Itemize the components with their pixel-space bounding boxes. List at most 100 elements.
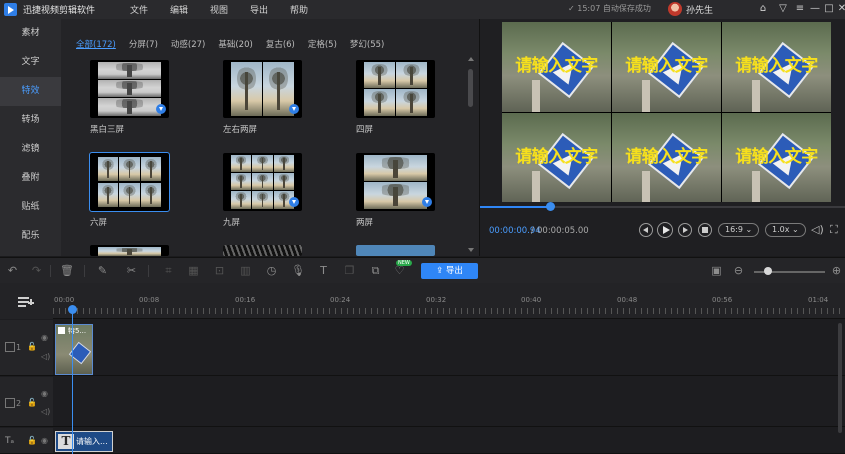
scissors-icon[interactable]: ✂: [125, 264, 138, 277]
prev-frame-button[interactable]: [639, 223, 653, 237]
speaker-icon[interactable]: ◁): [41, 352, 50, 361]
sidebar-item-effects[interactable]: 特效: [0, 77, 61, 106]
ruler-label: 00:08: [139, 296, 160, 304]
sidebar-item-music[interactable]: 配乐: [0, 222, 61, 251]
effect-thumbnail[interactable]: [89, 152, 170, 212]
ruler-label: 00:00: [54, 296, 75, 304]
time-separator: /: [531, 226, 534, 236]
close-icon[interactable]: ✕: [835, 2, 845, 16]
app-logo-icon: [4, 3, 17, 16]
track-number: 1: [16, 343, 22, 352]
eye-icon[interactable]: ◉: [41, 333, 48, 342]
playhead[interactable]: [72, 309, 73, 454]
speaker-icon[interactable]: ◁): [41, 407, 50, 416]
tab-retro[interactable]: 复古(6): [266, 38, 295, 50]
effect-thumbnail[interactable]: [356, 153, 435, 211]
effect-thumbnail[interactable]: [90, 245, 169, 256]
text-clip[interactable]: T 请输入...: [55, 431, 113, 452]
text-to-speech-icon[interactable]: T: [317, 264, 330, 277]
track-controls: 1 🔓 ◉ ◁): [0, 320, 53, 375]
redo-icon[interactable]: ↷: [30, 264, 43, 277]
download-icon[interactable]: [156, 104, 166, 114]
tshirt-icon[interactable]: ▽: [776, 2, 790, 16]
time-ruler[interactable]: 00:00 00:08 00:16 00:24 00:32 00:40 00:4…: [53, 283, 845, 319]
zoom-effect-icon[interactable]: ⊡: [213, 264, 226, 277]
zoom-slider-handle[interactable]: [764, 267, 773, 275]
sidebar-item-transitions[interactable]: 转场: [0, 106, 61, 135]
effect-thumbnail[interactable]: [223, 60, 302, 118]
lock-icon[interactable]: 🔓: [27, 398, 37, 407]
user-name[interactable]: 孙先生: [686, 3, 713, 16]
microphone-icon[interactable]: 🎙: [291, 264, 305, 277]
timeline-scrollbar[interactable]: [838, 323, 842, 433]
ruler-label: 00:40: [521, 296, 542, 304]
menu-file[interactable]: 文件: [119, 3, 159, 16]
eye-icon[interactable]: ◉: [41, 436, 48, 445]
edit-icon[interactable]: ✎: [96, 264, 109, 277]
menu-help[interactable]: 帮助: [279, 3, 319, 16]
add-track-icon[interactable]: [18, 297, 34, 307]
sidebar-item-stickers[interactable]: 贴纸: [0, 193, 61, 222]
video-clip[interactable]: 特5...: [55, 324, 93, 375]
speed-select[interactable]: 1.0x ⌄: [765, 223, 806, 237]
effect-thumbnail[interactable]: [90, 60, 169, 118]
tab-dreamy[interactable]: 梦幻(55): [350, 38, 384, 50]
maximize-icon[interactable]: □: [822, 2, 836, 16]
effect-thumbnail[interactable]: [356, 60, 435, 118]
play-icon: [663, 226, 670, 234]
zoom-out-icon[interactable]: ⊖: [732, 264, 745, 277]
tab-all[interactable]: 全部(172): [76, 38, 116, 50]
lock-icon[interactable]: 🔓: [27, 342, 37, 351]
download-icon[interactable]: [289, 197, 299, 207]
eye-icon[interactable]: ◉: [41, 389, 48, 398]
effect-thumbnail[interactable]: [223, 153, 302, 211]
fit-timeline-icon[interactable]: ▣: [710, 264, 723, 277]
sidebar-item-media[interactable]: 素材: [0, 19, 61, 48]
download-icon[interactable]: [289, 104, 299, 114]
title-bar: 迅捷视频剪辑软件 文件 编辑 视图 导出 帮助 ✓ 15:07 自动保存成功 孙…: [0, 0, 845, 19]
tab-split-screen[interactable]: 分屏(7): [129, 38, 158, 50]
menu-edit[interactable]: 编辑: [159, 3, 199, 16]
delete-icon[interactable]: 🗑: [60, 264, 74, 277]
volume-icon[interactable]: ◁): [811, 223, 824, 236]
tab-freeze[interactable]: 定格(5): [308, 38, 337, 50]
sidebar-item-text[interactable]: 文字: [0, 48, 61, 77]
minimize-icon[interactable]: —: [808, 2, 822, 16]
avatar[interactable]: [668, 2, 682, 16]
effects-scrollbar[interactable]: [468, 57, 474, 252]
zoom-in-icon[interactable]: ⊕: [830, 264, 843, 277]
menu-export[interactable]: 导出: [239, 3, 279, 16]
effect-thumbnail[interactable]: [356, 245, 435, 256]
playhead-handle[interactable]: [68, 305, 77, 314]
play-button[interactable]: [657, 222, 673, 238]
lock-icon[interactable]: 🔓: [27, 436, 37, 445]
video-preview[interactable]: 请输入文字 请输入文字 请输入文字 请输入文字 请输入文字 请输入文字: [502, 22, 831, 202]
track-type-icon: [5, 342, 15, 352]
equalizer-icon[interactable]: ▥: [239, 264, 252, 277]
undo-icon[interactable]: ↶: [6, 264, 19, 277]
export-button[interactable]: ⇪ 导出: [421, 263, 478, 279]
fullscreen-icon[interactable]: ⛶: [830, 223, 838, 237]
stop-button[interactable]: [698, 223, 712, 237]
crop-icon[interactable]: ⌗: [162, 264, 175, 277]
next-frame-button[interactable]: [678, 223, 692, 237]
menu-view[interactable]: 视图: [199, 3, 239, 16]
aspect-ratio-select[interactable]: 16:9 ⌄: [718, 223, 760, 237]
home-icon[interactable]: ⌂: [756, 2, 770, 16]
sidebar-item-overlays[interactable]: 叠附: [0, 164, 61, 193]
effect-thumbnail[interactable]: [223, 245, 302, 256]
clock-icon[interactable]: ◷: [265, 264, 278, 277]
progress-handle[interactable]: [545, 202, 555, 211]
sidebar-item-filters[interactable]: 滤镜: [0, 135, 61, 164]
duplicate-icon[interactable]: ❐: [343, 264, 356, 277]
ruler-label: 01:04: [808, 296, 829, 304]
menu-bar: 文件 编辑 视图 导出 帮助: [119, 3, 319, 16]
mosaic-icon[interactable]: ▦: [187, 264, 200, 277]
track-header: [0, 283, 53, 319]
tab-dynamic[interactable]: 动感(27): [171, 38, 205, 50]
layers-icon[interactable]: ⧉: [369, 264, 382, 277]
menu-icon[interactable]: ≡: [793, 2, 807, 16]
track-number: 2: [16, 399, 22, 408]
tab-basic[interactable]: 基础(20): [218, 38, 252, 50]
download-icon[interactable]: [422, 197, 432, 207]
